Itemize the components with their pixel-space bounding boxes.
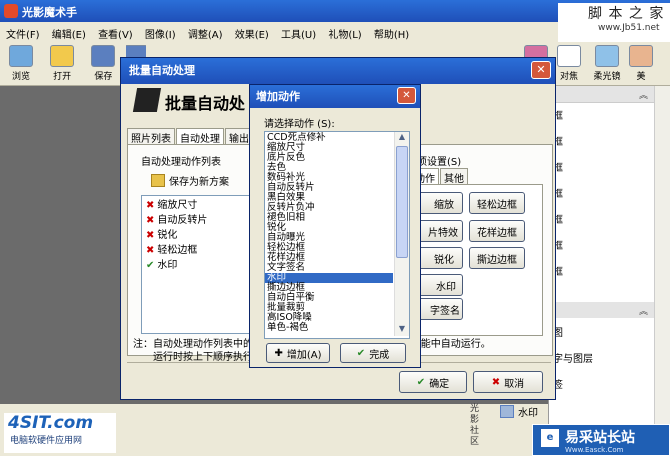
settings-title: 项设置(S) <box>417 157 462 168</box>
action-select-prompt: 请选择动作 (S): <box>264 119 335 130</box>
watermark-item-icon <box>500 405 514 418</box>
right-panel-item[interactable]: 框 <box>549 213 670 239</box>
beauty-icon <box>629 45 653 67</box>
add-action-dialog: 增加动作 ✕ 请选择动作 (S): CCD死点修补 缩放尺寸 底片反色 去色 数码补光自… <box>249 84 421 368</box>
right-logo-mark-icon: e <box>541 429 559 447</box>
scroll-down-arrow[interactable]: ▼ <box>395 324 409 336</box>
save-icon <box>91 45 116 67</box>
browse-icon <box>9 45 33 67</box>
plus-icon: ✚ <box>274 347 283 359</box>
x-mark-icon: ✖ <box>146 215 155 226</box>
action-item[interactable]: ✖ 锐化 <box>142 228 254 243</box>
scroll-thumb[interactable] <box>396 146 408 258</box>
app-title: 光影魔术手 <box>22 6 77 19</box>
x-mark-icon: ✖ <box>146 245 155 256</box>
action-options-list[interactable]: CCD死点修补 缩放尺寸 底片反色 去色 数码补光 自动反转片 黑白效果 反转片负冲 褪色旧相锐… <box>264 131 410 339</box>
cancel-button[interactable]: ✖ 取消 <box>473 371 543 393</box>
ok-button[interactable]: ✔ 确定 <box>399 371 467 393</box>
menu-edit[interactable]: 编辑(E) <box>52 30 86 41</box>
right-panel-item[interactable]: 框 <box>549 161 670 187</box>
save-scheme-button[interactable]: 保存为新方案 <box>151 173 229 188</box>
right-panel-item[interactable]: 框 <box>549 187 670 213</box>
site-watermark: 脚 本 之 家 www.Jb51.net <box>558 3 670 43</box>
right-panel-item[interactable]: 框 <box>549 135 670 161</box>
app-logo-icon <box>4 4 18 18</box>
action-button-easy-frame[interactable]: 轻松边框 <box>469 192 525 214</box>
toolbar-open-button[interactable]: 打开 <box>43 45 81 82</box>
done-check-icon: ✔ <box>356 347 366 359</box>
right-panel-list: 框 框 框 框 框 框 框 <box>549 103 670 291</box>
done-button[interactable]: ✔ 完成 <box>340 343 406 363</box>
community-side-label: 光影社区 <box>470 404 480 447</box>
toolbar-soft-light-button[interactable]: 柔光镜 <box>588 45 626 83</box>
right-panel-item[interactable]: 框 <box>549 265 670 291</box>
menu-image[interactable]: 图像(I) <box>145 30 176 41</box>
action-option[interactable]: 单色-褐色 <box>265 323 393 333</box>
right-panel-lower-header <box>549 302 670 318</box>
batch-dialog-title: 批量自动处理 <box>129 64 195 77</box>
action-button-torn-frame[interactable]: 撕边边框 <box>469 247 525 269</box>
focus-icon <box>557 45 581 67</box>
add-button[interactable]: ✚ 增加(A) <box>266 343 330 363</box>
right-logo: e 易采站长站 Www.Easck.Com <box>532 424 670 456</box>
batch-heading: 批量自动处 <box>165 94 246 113</box>
x-mark-icon: ✖ <box>146 200 155 211</box>
action-item[interactable]: ✖ 轻松边框 <box>142 243 254 258</box>
toolbar-beauty-button[interactable]: 美 <box>626 45 656 83</box>
right-panel-item[interactable]: 框 <box>549 239 670 265</box>
action-list-title: 自动处理动作列表 <box>141 157 221 168</box>
action-button-pattern-frame[interactable]: 花样边框 <box>469 220 525 242</box>
save-scheme-icon <box>151 174 165 187</box>
options-scrollbar[interactable]: ▲ ▼ <box>394 132 409 336</box>
menu-tools[interactable]: 工具(U) <box>281 30 316 41</box>
add-dialog-close-button[interactable]: ✕ <box>397 87 416 104</box>
menu-file[interactable]: 文件(F) <box>6 30 40 41</box>
soft-light-icon <box>595 45 619 67</box>
watermark-item[interactable]: 水印 <box>500 404 538 419</box>
right-panel-collapse-icon[interactable]: ︽ <box>639 88 648 101</box>
x-mark-icon: ✖ <box>146 230 155 241</box>
right-panel-lower-collapse-icon[interactable]: ︽ <box>639 304 648 317</box>
folder-icon <box>50 45 75 67</box>
menu-bar: 文件(F) 编辑(E) 查看(V) 图像(I) 调整(A) 效果(E) 工具(U… <box>0 22 558 42</box>
menu-view[interactable]: 查看(V) <box>98 30 133 41</box>
action-list[interactable]: ✖ 缩放尺寸 ✖ 自动反转片 ✖ 锐化 ✖ 轻松边框 ✔ 水印 <box>141 195 255 334</box>
menu-adjust[interactable]: 调整(A) <box>188 30 223 41</box>
batch-dialog-title-bar: 批量自动处理 <box>121 58 555 84</box>
action-item[interactable]: ✖ 缩放尺寸 <box>142 198 254 213</box>
right-panel: ︽ 框 框 框 框 框 框 框 ︽ 图 字与图层 签 <box>548 86 670 456</box>
menu-effects[interactable]: 效果(E) <box>235 30 269 41</box>
batch-heading-icon <box>132 88 162 112</box>
batch-dialog-close-button[interactable]: ✕ <box>531 61 551 79</box>
toolbar-save-button[interactable]: 保存 <box>84 45 122 82</box>
right-panel-item[interactable]: 框 <box>549 109 670 135</box>
left-logo: 4SIT.com 电脑软硬件应用网 <box>4 413 116 453</box>
menu-gifts[interactable]: 礼物(L) <box>328 30 361 41</box>
right-panel-header <box>549 86 670 103</box>
cancel-x-icon: ✖ <box>491 376 501 388</box>
toolbar-browse-button[interactable]: 浏览 <box>2 45 40 82</box>
action-item[interactable]: ✔ 水印 <box>142 258 254 273</box>
add-dialog-title-bar: 增加动作 <box>250 85 420 108</box>
note-line-2: 运行时按上下顺序执行 <box>153 352 253 363</box>
check-mark-icon: ✔ <box>146 260 155 271</box>
scroll-up-arrow[interactable]: ▲ <box>395 132 409 144</box>
check-icon: ✔ <box>416 376 426 388</box>
right-panel-scrollbar[interactable] <box>654 86 670 456</box>
add-dialog-title: 增加动作 <box>256 90 300 103</box>
action-item[interactable]: ✖ 自动反转片 <box>142 213 254 228</box>
menu-help[interactable]: 帮助(H) <box>374 30 409 41</box>
